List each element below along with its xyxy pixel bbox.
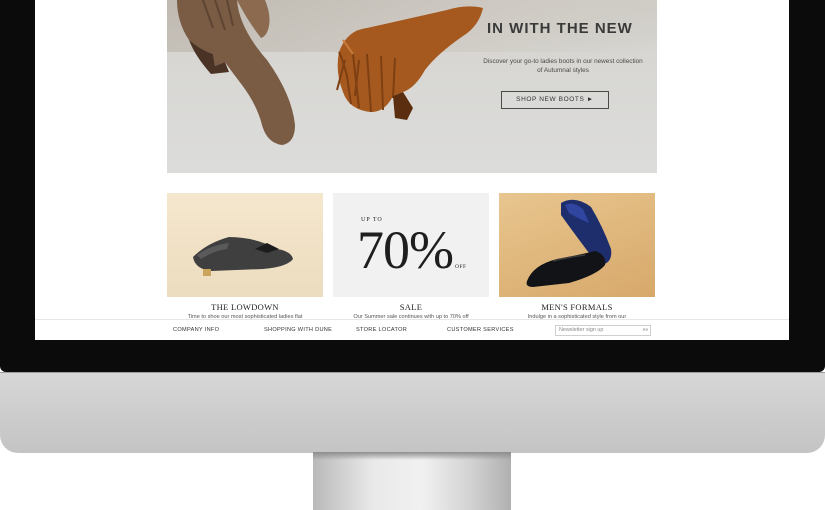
stand-shadow — [313, 452, 511, 460]
formal-shoes-image — [526, 199, 612, 287]
monitor-chin — [0, 372, 825, 453]
sale-percent: 70% — [357, 220, 454, 280]
sale-off-text: OFF — [455, 264, 467, 270]
newsletter-submit-button[interactable]: »» — [642, 326, 648, 335]
tile-mens-formals[interactable] — [499, 193, 655, 297]
screen: IN WITH THE NEW Discover your go-to ladi… — [35, 0, 789, 340]
footer-bar: COMPANY INFO SHOPPING WITH DUNE STORE LO… — [35, 319, 789, 340]
monitor-stand — [313, 452, 511, 510]
hero-banner[interactable]: IN WITH THE NEW Discover your go-to ladi… — [167, 0, 657, 173]
shop-new-boots-button[interactable]: SHOP NEW BOOTS ► — [501, 91, 609, 109]
tile-sale[interactable]: UP TO 70% OFF — [333, 193, 489, 297]
tile-sale-caption: SALE — [399, 302, 423, 312]
tile-the-lowdown-caption: THE LOWDOWN — [211, 302, 279, 312]
newsletter-placeholder: Newsletter sign up — [559, 327, 604, 333]
hero-title: IN WITH THE NEW — [487, 20, 633, 37]
footer-link-company-info[interactable]: COMPANY INFO — [173, 327, 219, 333]
footer-link-customer-services[interactable]: CUSTOMER SERVICES — [447, 327, 514, 333]
footer-link-store-locator[interactable]: STORE LOCATOR — [356, 327, 407, 333]
footer-link-shopping-with-dune[interactable]: SHOPPING WITH DUNE — [264, 327, 332, 333]
hero-description: Discover your go-to ladies boots in our … — [483, 58, 643, 74]
flat-shoe-image — [193, 237, 293, 276]
newsletter-input[interactable]: Newsletter sign up »» — [555, 325, 651, 336]
tile-the-lowdown[interactable] — [167, 193, 323, 297]
tile-mens-formals-caption: MEN'S FORMALS — [541, 302, 613, 312]
